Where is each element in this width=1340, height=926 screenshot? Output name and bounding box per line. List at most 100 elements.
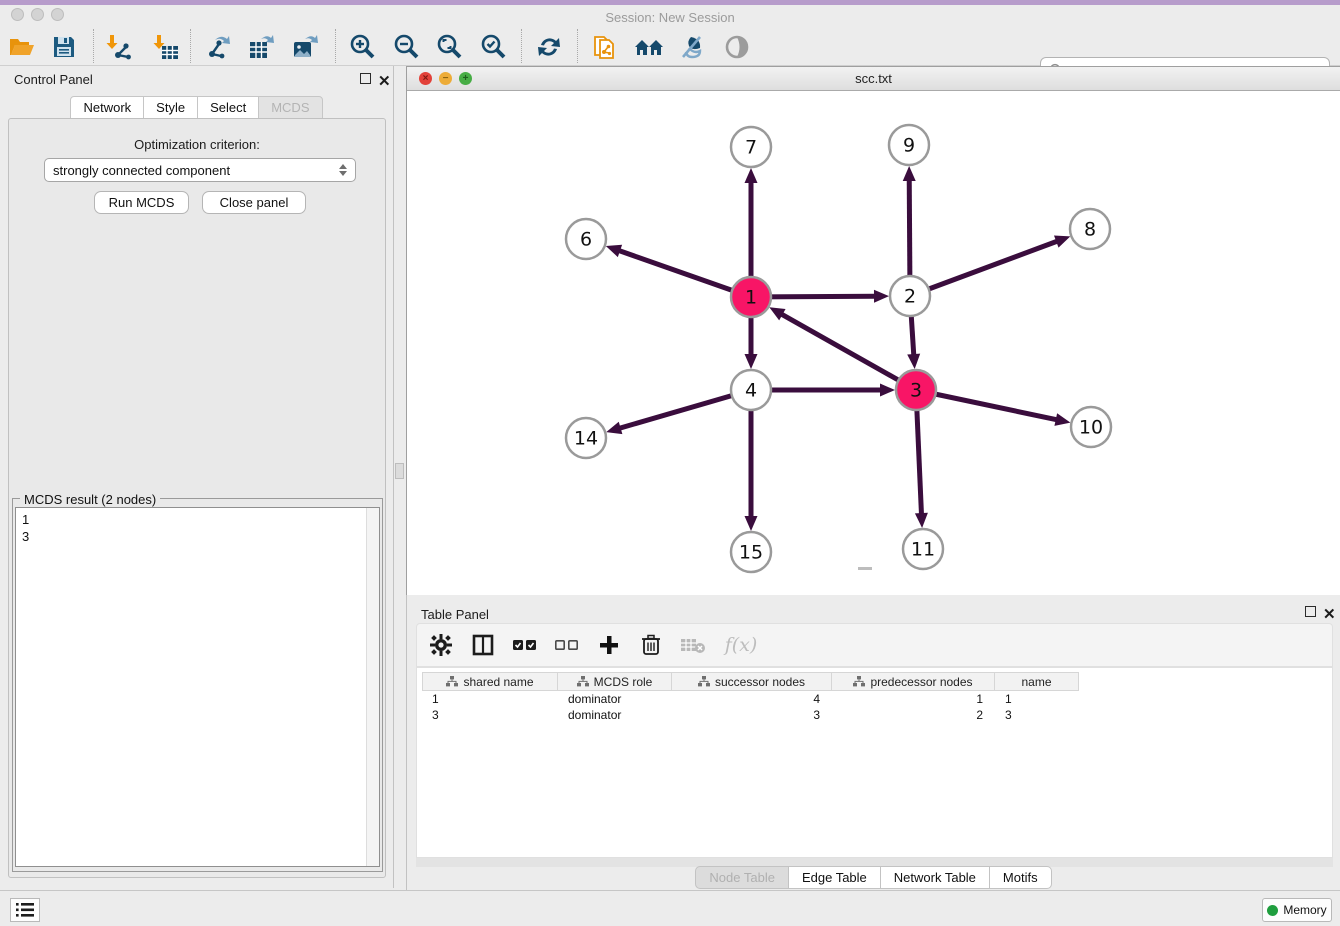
layout-refresh-icon[interactable]: [533, 32, 565, 62]
window-title: Session: New Session: [0, 10, 1340, 25]
column-header-label: predecessor nodes: [870, 675, 972, 689]
function-builder-icon[interactable]: f(x): [721, 631, 761, 659]
add-column-icon[interactable]: [595, 631, 623, 659]
mcds-result-scrollbar[interactable]: [366, 508, 379, 866]
column-header-label: MCDS role: [594, 675, 653, 689]
gear-icon[interactable]: [427, 631, 455, 659]
tab-motifs[interactable]: Motifs: [989, 866, 1052, 889]
unselect-all-icon[interactable]: [553, 631, 581, 659]
hide-details-icon[interactable]: [676, 32, 708, 62]
select-all-icon[interactable]: [511, 631, 539, 659]
delete-column-icon[interactable]: [637, 631, 665, 659]
table-cell-successor-nodes: 4: [672, 691, 832, 707]
network-canvas[interactable]: 7 9 6 8 1 2 4 3 14 10 15 11: [407, 91, 1340, 595]
save-icon[interactable]: [48, 32, 80, 62]
mcds-result-list[interactable]: 13: [15, 507, 380, 867]
node-table-header: shared name MCDS role successor nodes prede…: [422, 672, 1079, 691]
table-panel-float-icon[interactable]: [1305, 606, 1318, 619]
control-panel-tabs: NetworkStyleSelectMCDS: [0, 96, 394, 119]
column-header-shared-name[interactable]: shared name: [422, 672, 558, 691]
table-cell-mcds-role: dominator: [558, 707, 672, 723]
mcds-result-line: 1: [22, 511, 379, 528]
network-view-title: scc.txt: [407, 71, 1340, 86]
graph-node-10[interactable]: 10: [1071, 407, 1111, 447]
zoom-fit-icon[interactable]: [433, 32, 465, 62]
graph-node-14[interactable]: 14: [566, 418, 606, 458]
tab-select[interactable]: Select: [197, 96, 259, 119]
import-network-icon[interactable]: [103, 32, 135, 62]
zoom-out-icon[interactable]: [390, 32, 422, 62]
network-graph[interactable]: 7 9 6 8 1 2 4 3 14 10 15 11: [407, 91, 1340, 595]
copy-network-icon[interactable]: [589, 32, 621, 62]
table-cell-name: 3: [995, 707, 1079, 723]
open-folder-icon[interactable]: [6, 32, 38, 62]
column-header-name[interactable]: name: [995, 672, 1079, 691]
node-table-rows: 1dominator4113dominator323: [422, 691, 1079, 723]
first-neighbors-icon[interactable]: [633, 32, 665, 62]
edge-3-1[interactable]: [781, 314, 916, 390]
table-cell-name: 1: [995, 691, 1079, 707]
table-row[interactable]: 3dominator323: [422, 707, 1079, 723]
task-history-button[interactable]: [10, 898, 40, 922]
graph-node-15[interactable]: 15: [731, 532, 771, 572]
table-row[interactable]: 1dominator411: [422, 691, 1079, 707]
column-header-label: shared name: [463, 675, 533, 689]
run-mcds-button[interactable]: Run MCDS: [94, 191, 189, 214]
graph-node-7[interactable]: 7: [731, 127, 771, 167]
graph-node-4[interactable]: 4: [731, 370, 771, 410]
node-label: 8: [1084, 219, 1096, 241]
optimization-criterion-label: Optimization criterion:: [0, 137, 394, 152]
graph-node-1[interactable]: 1: [731, 277, 771, 317]
zoom-in-icon[interactable]: [346, 32, 378, 62]
network-hscroll-thumb[interactable]: [858, 567, 872, 570]
node-label: 7: [745, 137, 757, 159]
memory-button[interactable]: Memory: [1262, 898, 1332, 922]
table-panel: Table Panel ✕ f(x) shared nameMCDS roles…: [406, 595, 1340, 890]
toolbar-separator: [577, 29, 578, 63]
network-view-titlebar[interactable]: × − + scc.txt: [407, 67, 1340, 91]
table-panel-title: Table Panel: [421, 607, 489, 622]
tab-mcds[interactable]: MCDS: [258, 96, 322, 119]
mcds-result-line: 3: [22, 528, 379, 545]
edge-3-10[interactable]: [916, 390, 1058, 420]
graph-node-3[interactable]: 3: [896, 370, 936, 410]
show-details-icon[interactable]: [721, 32, 753, 62]
column-header-successor-nodes[interactable]: successor nodes: [672, 672, 832, 691]
delete-table-icon[interactable]: [679, 631, 707, 659]
column-chooser-icon[interactable]: [469, 631, 497, 659]
column-header-mcds-role[interactable]: MCDS role: [558, 672, 672, 691]
node-label: 1: [745, 287, 757, 309]
export-network-icon[interactable]: [202, 32, 234, 62]
panel-splitter-grip[interactable]: [395, 463, 404, 479]
tab-style[interactable]: Style: [143, 96, 198, 119]
table-cell-predecessor-nodes: 2: [832, 707, 995, 723]
shared-column-icon: [853, 676, 865, 687]
control-panel-close-icon[interactable]: ✕: [378, 73, 391, 86]
graph-node-2[interactable]: 2: [890, 276, 930, 316]
list-icon: [16, 903, 34, 917]
import-table-icon[interactable]: [150, 32, 182, 62]
optimization-criterion-select[interactable]: strongly connected component: [44, 158, 356, 182]
export-image-icon[interactable]: [290, 32, 322, 62]
zoom-selected-icon[interactable]: [477, 32, 509, 62]
graph-node-11[interactable]: 11: [903, 529, 943, 569]
node-label: 3: [910, 380, 922, 402]
edge-arrowhead: [745, 354, 758, 369]
control-panel-float-icon[interactable]: [360, 73, 373, 86]
tab-network-table[interactable]: Network Table: [880, 866, 990, 889]
edge-arrowhead: [874, 290, 889, 303]
node-label: 4: [745, 380, 757, 402]
graph-node-6[interactable]: 6: [566, 219, 606, 259]
tab-edge-table[interactable]: Edge Table: [788, 866, 881, 889]
tab-network[interactable]: Network: [70, 96, 144, 119]
column-header-predecessor-nodes[interactable]: predecessor nodes: [832, 672, 995, 691]
export-table-icon[interactable]: [246, 32, 278, 62]
table-cell-mcds-role: dominator: [558, 691, 672, 707]
edge-2-8[interactable]: [910, 241, 1058, 296]
table-panel-close-icon[interactable]: ✕: [1323, 606, 1336, 619]
edge-arrowhead: [903, 166, 916, 181]
tab-node-table[interactable]: Node Table: [695, 866, 789, 889]
graph-node-8[interactable]: 8: [1070, 209, 1110, 249]
close-panel-button[interactable]: Close panel: [202, 191, 306, 214]
graph-node-9[interactable]: 9: [889, 125, 929, 165]
